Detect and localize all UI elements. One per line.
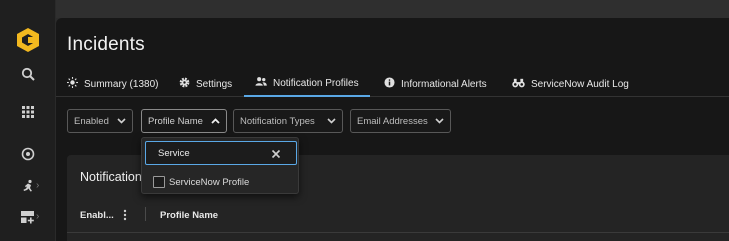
tab-notification-profiles[interactable]: Notification Profiles <box>244 71 370 97</box>
info-icon <box>384 77 395 91</box>
column-divider[interactable] <box>145 207 146 221</box>
filter-label: Profile Name <box>148 115 203 127</box>
dashboard-add-icon[interactable] <box>19 208 37 226</box>
main-content: Incidents Summary (1380) Settings Notifi… <box>56 18 729 241</box>
tab-informational-alerts[interactable]: Informational Alerts <box>384 71 487 97</box>
filter-label: Notification Types <box>240 115 315 127</box>
page-title: Incidents <box>67 34 145 55</box>
dropdown-option[interactable]: ServiceNow Profile <box>153 175 249 189</box>
search-icon[interactable] <box>19 65 37 83</box>
tab-label: Settings <box>196 78 233 90</box>
profile-name-filter[interactable]: Profile Name <box>141 109 227 133</box>
tab-label: ServiceNow Audit Log <box>531 78 629 90</box>
hexagon-logo-icon[interactable] <box>15 27 41 53</box>
left-nav-rail: › › <box>0 0 56 241</box>
notification-types-filter[interactable]: Notification Types <box>233 109 343 133</box>
dropdown-search-input[interactable] <box>158 146 268 160</box>
filter-label: Enabled <box>74 115 109 127</box>
chevron-down-icon <box>117 117 126 128</box>
profile-name-dropdown: ServiceNow Profile <box>141 137 299 194</box>
enabled-filter[interactable]: Enabled <box>67 109 133 133</box>
grid-icon[interactable] <box>19 103 37 121</box>
tab-label: Informational Alerts <box>401 78 487 90</box>
tab-bar: Summary (1380) Settings Notification Pro… <box>56 71 729 97</box>
column-menu-icon[interactable] <box>123 208 127 226</box>
chevron-up-icon <box>211 117 220 128</box>
binoculars-icon <box>512 78 525 91</box>
dropdown-search-box[interactable] <box>145 141 297 165</box>
column-header-profile-name[interactable]: Profile Name <box>160 210 218 221</box>
tab-label: Notification Profiles <box>273 77 359 89</box>
people-icon <box>255 76 267 90</box>
top-bar <box>0 0 729 18</box>
tab-label: Summary (1380) <box>84 78 159 90</box>
email-addresses-filter[interactable]: Email Addresses <box>350 109 451 133</box>
radar-icon[interactable] <box>19 145 37 163</box>
tab-servicenow-audit-log[interactable]: ServiceNow Audit Log <box>512 71 629 97</box>
sun-icon <box>67 77 78 91</box>
tab-summary[interactable]: Summary (1380) <box>67 71 158 97</box>
runner-icon[interactable] <box>19 177 37 195</box>
tab-settings[interactable]: Settings <box>179 71 232 97</box>
close-icon[interactable] <box>270 147 282 159</box>
filter-label: Email Addresses <box>357 115 428 127</box>
column-header-enabled[interactable]: Enabl... <box>80 210 114 221</box>
chevron-down-icon <box>327 117 336 128</box>
chevron-right-icon: › <box>36 180 40 191</box>
chevron-right-icon: › <box>36 211 40 222</box>
chevron-down-icon <box>435 117 444 128</box>
divider <box>67 232 729 233</box>
option-checkbox[interactable] <box>153 176 165 188</box>
gear-icon <box>179 77 190 91</box>
option-label: ServiceNow Profile <box>169 176 250 188</box>
